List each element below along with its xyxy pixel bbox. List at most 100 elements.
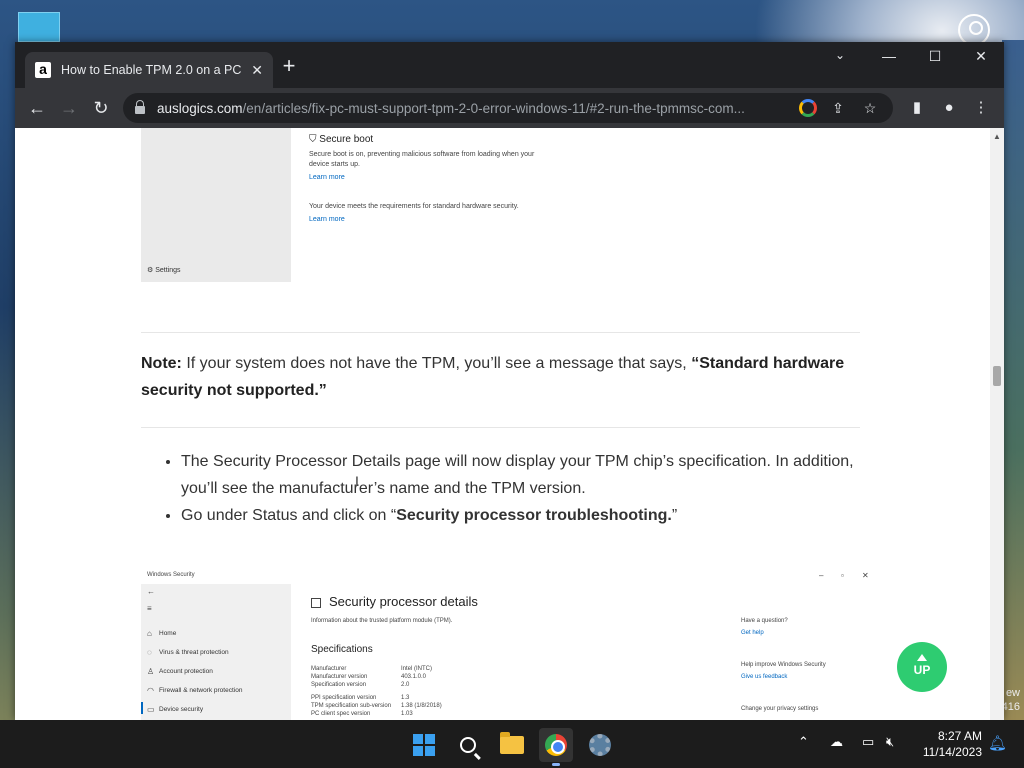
text-cursor-icon: I: [355, 473, 359, 489]
chrome-window: a How to Enable TPM 2.0 on a PC ✕ + ⌄ — …: [15, 42, 1004, 720]
maximize-button[interactable]: ☐: [912, 42, 958, 72]
screenshot-maximize-icon: ▫: [841, 571, 844, 580]
spec-value: 2.0: [401, 682, 410, 688]
screenshot-learn-more-2: Learn more: [309, 216, 345, 223]
screenshot-nav-item: Account protection: [159, 668, 213, 675]
clock-date: 11/14/2023: [922, 745, 982, 759]
screenshot-nav-item: Device security: [159, 706, 204, 713]
spec-value: 1.03: [401, 711, 413, 717]
profile-icon[interactable]: ●: [935, 94, 963, 122]
home-icon: ⌂: [147, 629, 152, 638]
screenshot-improve: Help improve Windows Security: [741, 662, 826, 668]
up-label: UP: [913, 663, 931, 677]
auslogics-favicon-icon: a: [35, 62, 51, 78]
screenshot-privacy: Change your privacy settings: [741, 706, 819, 712]
spec-key: Manufacturer: [311, 666, 347, 672]
url-path: /en/articles/fix-pc-must-support-tpm-2-0…: [242, 100, 745, 116]
address-bar[interactable]: auslogics.com/en/articles/fix-pc-must-su…: [123, 93, 893, 123]
forward-button[interactable]: →: [55, 94, 83, 122]
shield-icon: ◌: [147, 648, 152, 657]
start-button[interactable]: [407, 728, 441, 762]
screenshot-learn-more-1: Learn more: [309, 174, 345, 181]
list-item: The Security Processor Details page will…: [181, 448, 861, 502]
spec-key: PC client spec version: [311, 711, 371, 717]
screenshot-nav-item: Firewall & network protection: [159, 687, 243, 694]
screenshot-back-icon: ←: [147, 587, 155, 596]
screenshot-feedback: Give us feedback: [741, 674, 788, 680]
active-indicator: [552, 763, 560, 766]
troubleshooting-bold: Security processor troubleshooting.: [396, 507, 672, 524]
spec-value: 403.1.0.0: [401, 674, 427, 680]
network-icon[interactable]: ▭: [862, 734, 874, 750]
screenshot-sidebar: ⚙ Settings: [141, 128, 291, 282]
volume-muted-icon[interactable]: 🔇︎: [886, 734, 894, 750]
gear-icon: [589, 734, 611, 756]
show-hidden-icons-chevron-icon[interactable]: ⌃: [798, 734, 809, 750]
list-item: Go under Status and click on “Security p…: [181, 502, 861, 529]
spec-value: 1.3: [401, 695, 410, 701]
chrome-taskbar-button[interactable]: [539, 728, 573, 766]
note-label: Note:: [141, 355, 182, 372]
screenshot-nav-pane: ← ≡ ⌂ Home ◌ Virus & threat protection ♙…: [141, 584, 291, 720]
screenshot-hamburger-icon: ≡: [147, 604, 152, 613]
browser-toolbar: ← → ↻ auslogics.com/en/articles/fix-pc-m…: [15, 88, 1004, 128]
spec-key: Manufacturer version: [311, 674, 368, 680]
bookmark-star-icon[interactable]: ☆: [859, 97, 881, 119]
onedrive-cloud-icon[interactable]: ☁: [830, 734, 843, 750]
back-button[interactable]: ←: [23, 94, 51, 122]
desktop-partial-text: ew 416: [1001, 687, 1020, 713]
settings-taskbar-button[interactable]: [583, 728, 617, 762]
url-text[interactable]: auslogics.com/en/articles/fix-pc-must-su…: [157, 101, 791, 116]
file-explorer-button[interactable]: [495, 728, 529, 762]
notification-bell-icon[interactable]: 🔔︎: [988, 734, 1007, 752]
clock[interactable]: 8:27 AM 11/14/2023: [912, 728, 982, 760]
person-icon: ♙: [147, 667, 155, 676]
note-paragraph: Note: If your system does not have the T…: [141, 350, 860, 404]
share-icon[interactable]: ⇪: [827, 97, 849, 119]
screenshot-question: Have a question?: [741, 618, 788, 624]
minimize-button[interactable]: —: [866, 42, 912, 72]
google-lens-icon[interactable]: [799, 99, 817, 117]
screenshot-selected-indicator: [141, 702, 143, 714]
screenshot-app-title: Windows Security: [147, 572, 195, 578]
screenshot-get-help: Get help: [741, 630, 764, 636]
title-bar: a How to Enable TPM 2.0 on a PC ✕ + ⌄ — …: [15, 42, 1004, 88]
scroll-to-top-button[interactable]: UP: [897, 642, 947, 692]
screenshot-nav-item: Home: [159, 630, 177, 637]
lock-icon[interactable]: [135, 100, 145, 114]
tab-search-chevron-icon[interactable]: ⌄: [835, 48, 845, 62]
reload-button[interactable]: ↻: [87, 94, 115, 122]
taskbar: ⌃ ☁ ▭ 🔇︎ 8:27 AM 11/14/2023 🔔︎: [0, 720, 1024, 768]
page-content[interactable]: ⚙ Settings ⛉ Secure boot Secure boot is …: [15, 128, 990, 720]
scrollbar-thumb[interactable]: [993, 366, 1001, 386]
divider: [141, 427, 860, 428]
search-button[interactable]: [451, 728, 485, 762]
screenshot-spec-heading: Specifications: [311, 644, 373, 655]
new-tab-button[interactable]: +: [275, 55, 303, 80]
wifi-icon: ◠: [147, 686, 154, 695]
screenshot-close-icon: ✕: [862, 571, 869, 580]
screenshot-minimize-icon: –: [819, 571, 824, 580]
chip-icon: [311, 598, 321, 608]
scroll-up-arrow-icon[interactable]: ▲: [993, 132, 1001, 141]
tab-active[interactable]: a How to Enable TPM 2.0 on a PC ✕: [25, 52, 273, 88]
arrow-up-icon: [917, 654, 927, 661]
close-window-button[interactable]: ✕: [958, 42, 1004, 72]
page-scrollbar[interactable]: ▲: [990, 128, 1004, 720]
tab-close-icon[interactable]: ✕: [251, 62, 263, 79]
spec-value: Intel (INTC): [401, 666, 433, 672]
screenshot-security-processor: Windows Security – ▫ ✕ ← ≡ ⌂ Home ◌ Viru…: [141, 568, 869, 720]
steps-list: The Security Processor Details page will…: [181, 448, 861, 529]
screenshot-secure-boot: ⚙ Settings ⛉ Secure boot Secure boot is …: [141, 128, 736, 282]
menu-kebab-icon[interactable]: ⋮: [967, 94, 995, 122]
spec-key: Specification version: [311, 682, 367, 688]
screenshot-subheading: Information about the trusted platform m…: [311, 618, 453, 624]
clock-time: 8:27 AM: [937, 729, 982, 743]
side-panel-icon[interactable]: ▮: [903, 94, 931, 122]
tab-title: How to Enable TPM 2.0 on a PC: [61, 63, 242, 77]
windows-logo-icon: [413, 734, 435, 756]
screenshot-settings-label: ⚙ Settings: [147, 267, 181, 274]
desktop-wallpaper-edge: [1002, 40, 1024, 720]
url-host: auslogics.com: [157, 100, 243, 116]
desktop-shortcut-icon[interactable]: [18, 12, 60, 42]
